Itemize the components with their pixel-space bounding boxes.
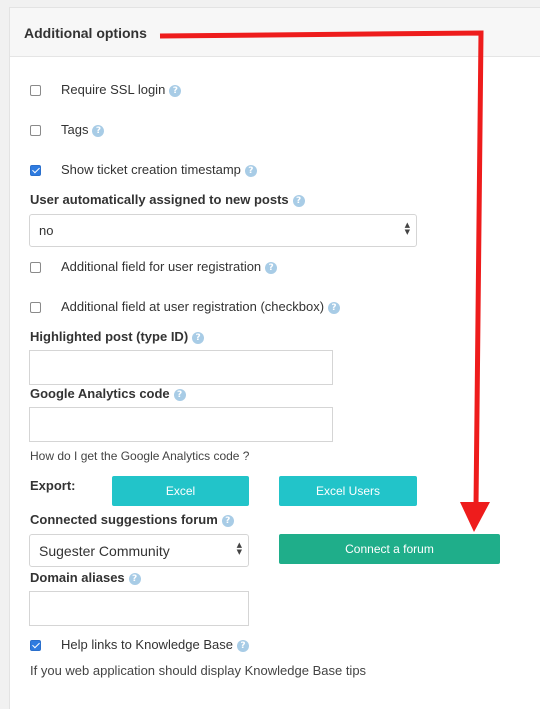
question-circle-icon[interactable]: ? bbox=[328, 302, 341, 314]
highlighted-post-input[interactable] bbox=[29, 350, 333, 385]
question-circle-icon[interactable]: ? bbox=[92, 125, 105, 137]
suggestions-forum-select[interactable]: Sugester Community ▲ ▼ bbox=[29, 534, 249, 567]
question-circle-icon[interactable]: ? bbox=[173, 389, 186, 401]
tags-label: Tags bbox=[61, 122, 89, 137]
tags-row: Tags? bbox=[61, 122, 105, 137]
additional-field-row: Additional field for user registration? bbox=[61, 259, 278, 274]
additional-field-checkbox-row: Additional field at user registration (c… bbox=[61, 299, 341, 314]
auto-assign-label: User automatically assigned to new posts bbox=[30, 192, 289, 207]
question-circle-icon[interactable]: ? bbox=[192, 332, 205, 344]
help-links-checkbox[interactable] bbox=[30, 640, 41, 651]
help-links-note: If you web application should display Kn… bbox=[30, 663, 367, 678]
highlighted-post-row: Highlighted post (type ID)? bbox=[30, 329, 205, 344]
help-links-row: Help links to Knowledge Base? bbox=[61, 637, 249, 652]
export-excel-button[interactable]: Excel bbox=[112, 476, 249, 506]
auto-assign-value: no bbox=[39, 223, 54, 238]
show-timestamp-label: Show ticket creation timestamp bbox=[61, 162, 241, 177]
panel-title: Additional options bbox=[24, 25, 147, 41]
question-circle-icon[interactable]: ? bbox=[169, 85, 182, 97]
tags-checkbox[interactable] bbox=[30, 125, 41, 136]
require-ssl-checkbox[interactable] bbox=[30, 85, 41, 96]
show-timestamp-checkbox[interactable] bbox=[30, 165, 41, 176]
question-circle-icon[interactable]: ? bbox=[221, 515, 234, 527]
domain-aliases-row: Domain aliases? bbox=[30, 570, 141, 585]
connect-forum-button[interactable]: Connect a forum bbox=[279, 534, 500, 564]
suggestions-forum-row: Connected suggestions forum? bbox=[30, 512, 234, 527]
domain-aliases-label: Domain aliases bbox=[30, 570, 125, 585]
suggestions-forum-label: Connected suggestions forum bbox=[30, 512, 218, 527]
select-arrows-icon: ▲ ▼ bbox=[404, 221, 410, 236]
auto-assign-row: User automatically assigned to new posts… bbox=[30, 192, 305, 207]
select-arrows-icon: ▲ ▼ bbox=[236, 541, 242, 556]
panel-header: Additional options bbox=[10, 8, 540, 57]
suggestions-forum-value: Sugester Community bbox=[39, 543, 170, 559]
question-circle-icon[interactable]: ? bbox=[237, 640, 249, 652]
question-circle-icon[interactable]: ? bbox=[128, 573, 141, 585]
auto-assign-select[interactable]: no ▲ ▼ bbox=[29, 214, 417, 247]
additional-field-checkbox-option[interactable] bbox=[30, 302, 41, 313]
export-label: Export: bbox=[30, 478, 76, 493]
export-excel-users-button[interactable]: Excel Users bbox=[279, 476, 417, 506]
additional-field-label: Additional field for user registration bbox=[61, 259, 262, 274]
require-ssl-row: Require SSL login? bbox=[61, 82, 182, 97]
google-analytics-label: Google Analytics code bbox=[30, 386, 170, 401]
show-timestamp-row: Show ticket creation timestamp? bbox=[61, 162, 257, 177]
google-analytics-input[interactable] bbox=[29, 407, 333, 442]
question-circle-icon[interactable]: ? bbox=[265, 262, 278, 274]
google-analytics-row: Google Analytics code? bbox=[30, 386, 186, 401]
help-links-label: Help links to Knowledge Base bbox=[61, 637, 233, 652]
additional-field-checkbox-label: Additional field at user registration (c… bbox=[61, 299, 325, 314]
require-ssl-label: Require SSL login bbox=[61, 82, 166, 97]
domain-aliases-input[interactable] bbox=[29, 591, 249, 626]
highlighted-post-label: Highlighted post (type ID) bbox=[30, 329, 189, 344]
question-circle-icon[interactable]: ? bbox=[292, 195, 305, 207]
additional-field-checkbox[interactable] bbox=[30, 262, 41, 273]
question-circle-icon[interactable]: ? bbox=[244, 165, 257, 177]
google-analytics-help-link[interactable]: How do I get the Google Analytics code ? bbox=[30, 449, 249, 463]
